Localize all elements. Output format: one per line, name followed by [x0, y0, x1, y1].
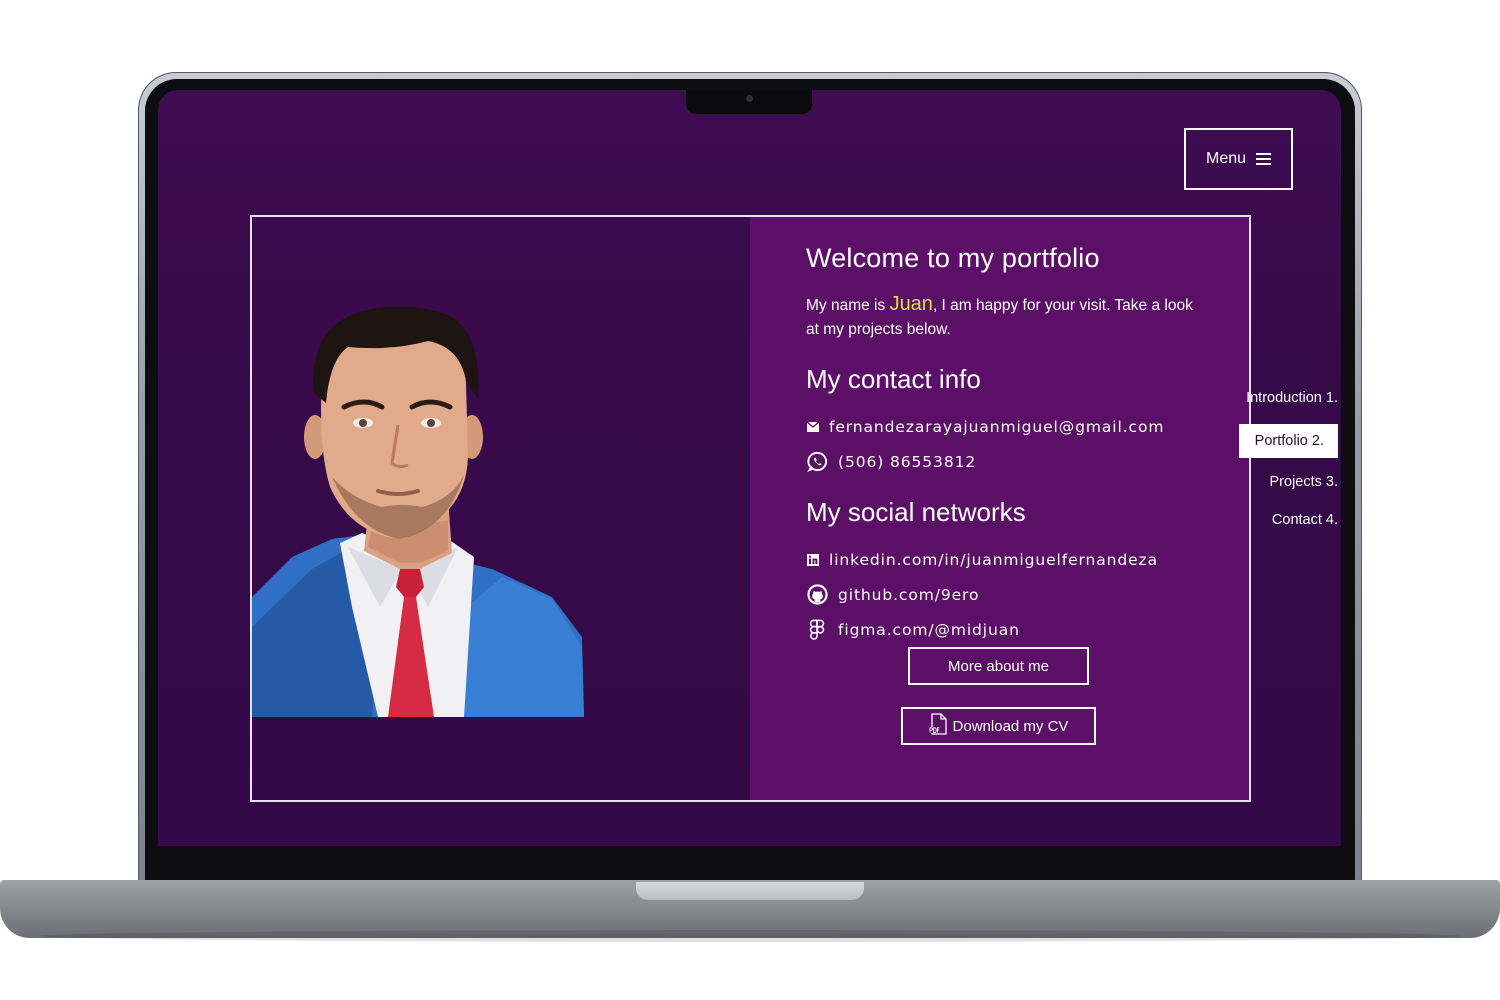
intro-text: My name is Juan, I am happy for your vis…	[806, 292, 1196, 342]
laptop-base-notch	[636, 882, 864, 900]
download-cv-label: Download my CV	[952, 717, 1069, 735]
menu-button[interactable]: Menu	[1184, 128, 1293, 190]
info-content: Welcome to my portfolio My name is Juan,…	[806, 243, 1206, 647]
email-row[interactable]: fernandezarayajuanmiguel@gmail.com	[806, 409, 1206, 444]
email-link[interactable]: fernandezarayajuanmiguel@gmail.com	[829, 418, 1164, 436]
whatsapp-icon	[806, 451, 828, 473]
pdf-file-icon	[928, 713, 947, 739]
figma-row[interactable]: figma.com/@midjuan	[806, 612, 1206, 647]
portrait-panel	[252, 217, 750, 800]
envelope-icon	[806, 416, 819, 438]
hamburger-icon	[1256, 153, 1272, 165]
github-link[interactable]: github.com/9ero	[838, 586, 979, 604]
page-title: Welcome to my portfolio	[806, 243, 1100, 273]
nav-contact[interactable]: Contact 4.	[1272, 512, 1338, 528]
camera-dot	[746, 95, 753, 102]
portfolio-card: Welcome to my portfolio My name is Juan,…	[250, 215, 1251, 802]
download-cv-button[interactable]: Download my CV	[901, 707, 1096, 745]
github-icon	[806, 584, 828, 606]
figma-link[interactable]: figma.com/@midjuan	[838, 621, 1020, 639]
social-title: My social networks	[806, 497, 1026, 527]
nav-projects[interactable]: Projects 3.	[1270, 474, 1339, 490]
info-panel: Welcome to my portfolio My name is Juan,…	[750, 217, 1249, 800]
figma-icon	[806, 619, 828, 641]
laptop-screen: Menu Welcome to my portfolio My name is …	[158, 90, 1341, 846]
linkedin-link[interactable]: linkedin.com/in/juanmiguelfernandeza	[829, 551, 1158, 569]
laptop-shadow	[40, 930, 1460, 942]
linkedin-icon	[806, 549, 819, 571]
intro-text-before: My name is	[806, 297, 890, 314]
github-row[interactable]: github.com/9ero	[806, 577, 1206, 612]
linkedin-row[interactable]: linkedin.com/in/juanmiguelfernandeza	[806, 542, 1206, 577]
phone-link[interactable]: (506) 86553812	[838, 453, 976, 471]
name-highlight: Juan	[889, 293, 933, 315]
camera-notch	[686, 90, 812, 114]
nav-introduction[interactable]: Introduction 1.	[1246, 390, 1338, 406]
nav-portfolio[interactable]: Portfolio 2.	[1238, 424, 1338, 458]
phone-row[interactable]: (506) 86553812	[806, 444, 1206, 479]
more-about-me-button[interactable]: More about me	[908, 647, 1089, 685]
portrait-photo	[252, 307, 584, 717]
contact-title: My contact info	[806, 364, 981, 394]
menu-label: Menu	[1205, 150, 1247, 167]
